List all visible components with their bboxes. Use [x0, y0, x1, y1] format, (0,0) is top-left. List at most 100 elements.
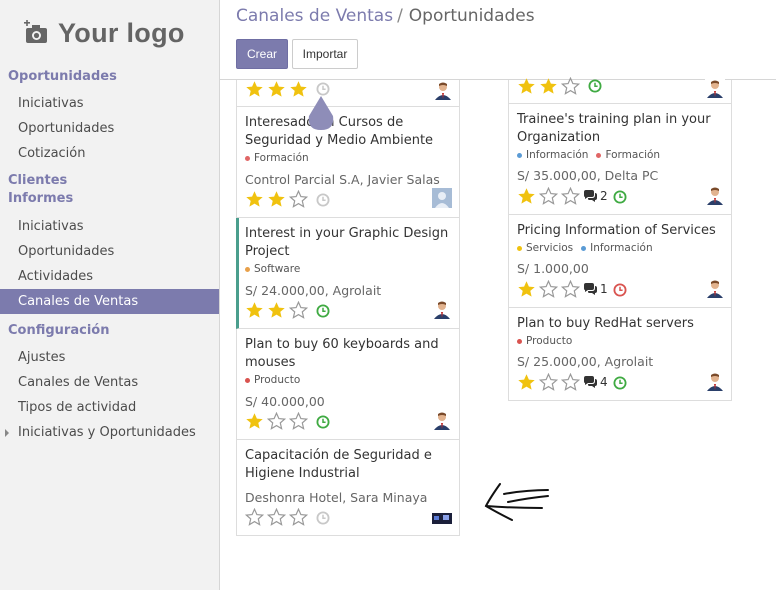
- avatar: [433, 80, 453, 100]
- star-empty-icon[interactable]: [289, 301, 308, 319]
- import-button[interactable]: Importar: [292, 39, 358, 69]
- star-filled-icon[interactable]: [517, 280, 536, 298]
- kanban-card[interactable]: [508, 77, 732, 104]
- star-empty-icon[interactable]: [289, 508, 308, 526]
- card-subtitle: Deshonra Hotel, Sara Minaya: [245, 490, 428, 505]
- expand-caret-icon[interactable]: [5, 429, 9, 437]
- menu-section-informes[interactable]: Informes: [0, 190, 219, 208]
- kanban-card[interactable]: Trainee's training plan in your Organiza…: [508, 104, 732, 215]
- tag-dot: [517, 152, 522, 158]
- star-empty-icon[interactable]: [289, 190, 308, 208]
- activity-clock-icon[interactable]: [613, 376, 627, 390]
- activity-clock-icon[interactable]: [316, 415, 330, 429]
- create-button[interactable]: Crear: [236, 39, 288, 69]
- messages-counter[interactable]: 4: [583, 375, 608, 389]
- tag-formacion: Formación: [596, 149, 660, 161]
- star-filled-icon[interactable]: [539, 77, 558, 95]
- kanban-card[interactable]: [236, 80, 460, 107]
- kanban-card[interactable]: Plan to buy 60 keyboards and mouses Prod…: [236, 329, 460, 440]
- star-filled-icon[interactable]: [517, 187, 536, 205]
- card-subtitle: S/ 40.000,00: [245, 394, 325, 409]
- star-empty-icon[interactable]: [267, 508, 286, 526]
- menu-item-ajustes[interactable]: Ajustes: [0, 345, 219, 370]
- menu-item-canales-de-ventas-active[interactable]: Canales de Ventas: [0, 289, 219, 314]
- tag-label: Formación: [254, 152, 309, 164]
- menu-section-oportunidades[interactable]: Oportunidades: [0, 68, 219, 86]
- priority-stars[interactable]: [245, 412, 308, 430]
- star-filled-icon[interactable]: [267, 190, 286, 208]
- kanban-card[interactable]: Capacitación de Seguridad e Higiene Indu…: [236, 440, 460, 536]
- star-empty-icon[interactable]: [267, 412, 286, 430]
- tag-informacion: Información: [517, 149, 588, 161]
- star-filled-icon[interactable]: [267, 80, 286, 98]
- drag-handle-icon[interactable]: [306, 96, 336, 132]
- tag-dot: [517, 245, 522, 251]
- star-empty-icon[interactable]: [245, 508, 264, 526]
- avatar: [705, 185, 725, 205]
- star-empty-icon[interactable]: [539, 187, 558, 205]
- tag-label: Formación: [605, 149, 661, 161]
- priority-stars[interactable]: [245, 301, 308, 319]
- star-empty-icon[interactable]: [539, 373, 558, 391]
- menu-item-iniciativas[interactable]: Iniciativas: [0, 91, 219, 116]
- star-filled-icon[interactable]: [517, 77, 536, 95]
- star-empty-icon[interactable]: [561, 280, 580, 298]
- star-filled-icon[interactable]: [245, 301, 264, 319]
- star-filled-icon[interactable]: [245, 190, 264, 208]
- activity-clock-icon[interactable]: [316, 511, 330, 525]
- priority-stars[interactable]: [517, 373, 580, 391]
- menu-item-informes-oportunidades[interactable]: Oportunidades: [0, 239, 219, 264]
- tag-software: Software: [245, 263, 300, 275]
- tag-label: Software: [254, 263, 301, 275]
- kanban-card[interactable]: Plan to buy RedHat servers Producto S/ 2…: [508, 308, 732, 401]
- star-filled-icon[interactable]: [245, 80, 264, 98]
- kanban-card[interactable]: Interesado en Cursos de Seguridad y Medi…: [236, 107, 460, 218]
- card-title: Capacitación de Seguridad e Higiene Indu…: [245, 448, 432, 481]
- messages-counter[interactable]: 2: [583, 189, 608, 203]
- star-filled-icon[interactable]: [245, 412, 264, 430]
- star-empty-icon[interactable]: [561, 373, 580, 391]
- priority-stars[interactable]: [245, 190, 308, 208]
- star-empty-icon[interactable]: [561, 187, 580, 205]
- star-filled-icon[interactable]: [267, 301, 286, 319]
- tag-label: Información: [526, 149, 589, 161]
- company-logo[interactable]: Your logo: [24, 10, 200, 56]
- tag-producto: Producto: [517, 335, 572, 347]
- kanban-card[interactable]: Pricing Information of Services Servicio…: [508, 215, 732, 308]
- breadcrumb-parent-link[interactable]: Canales de Ventas: [236, 6, 393, 26]
- menu-item-informes-iniciativas[interactable]: Iniciativas: [0, 214, 219, 239]
- card-title: Pricing Information of Services: [517, 223, 716, 238]
- priority-stars[interactable]: [517, 77, 580, 95]
- menu-item-label: Iniciativas y Oportunidades: [18, 425, 196, 440]
- menu-item-cotizacion[interactable]: Cotización: [0, 141, 219, 166]
- sidebar: Your logo Oportunidades Iniciativas Opor…: [0, 0, 220, 590]
- menu-item-config-canales-de-ventas[interactable]: Canales de Ventas: [0, 370, 219, 395]
- priority-stars[interactable]: [517, 187, 580, 205]
- menu-item-tipos-de-actividad[interactable]: Tipos de actividad: [0, 395, 219, 420]
- star-empty-icon[interactable]: [289, 412, 308, 430]
- menu-item-iniciativas-y-oportunidades[interactable]: Iniciativas y Oportunidades: [0, 420, 219, 445]
- priority-stars[interactable]: [245, 80, 308, 98]
- star-empty-icon[interactable]: [561, 77, 580, 95]
- messages-counter[interactable]: 1: [583, 282, 608, 296]
- card-title: Trainee's training plan in your Organiza…: [517, 112, 711, 145]
- menu-item-actividades[interactable]: Actividades: [0, 264, 219, 289]
- activity-clock-icon[interactable]: [588, 79, 602, 93]
- avatar: [432, 299, 452, 319]
- tag-dot: [245, 266, 250, 272]
- priority-stars[interactable]: [245, 508, 308, 526]
- priority-stars[interactable]: [517, 280, 580, 298]
- kanban-card[interactable]: Interest in your Graphic Design Project …: [236, 218, 460, 329]
- activity-clock-icon[interactable]: [613, 190, 627, 204]
- activity-clock-icon[interactable]: [613, 283, 627, 297]
- star-filled-icon[interactable]: [517, 373, 536, 391]
- activity-clock-icon[interactable]: [316, 193, 330, 207]
- menu-section-clientes[interactable]: Clientes: [0, 172, 219, 190]
- menu-section-configuracion[interactable]: Configuración: [0, 322, 219, 340]
- tag-dot: [596, 152, 602, 158]
- star-empty-icon[interactable]: [539, 280, 558, 298]
- messages-count: 1: [600, 282, 608, 296]
- menu-item-oportunidades[interactable]: Oportunidades: [0, 116, 219, 141]
- activity-clock-icon[interactable]: [316, 304, 330, 318]
- activity-clock-icon[interactable]: [316, 82, 330, 96]
